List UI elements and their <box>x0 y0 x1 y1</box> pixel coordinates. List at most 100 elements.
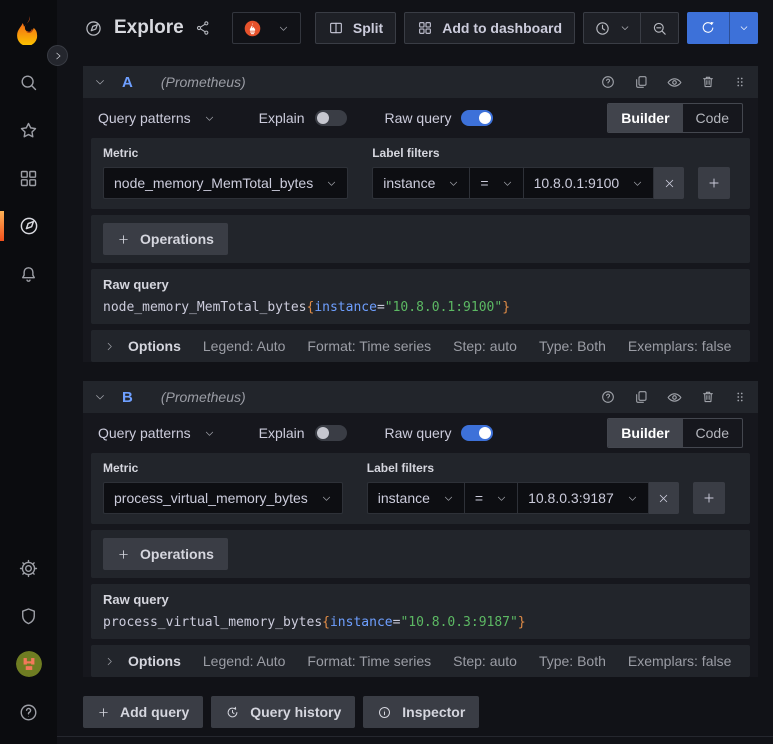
builder-mode-tab[interactable]: Builder <box>608 104 683 132</box>
explore-compass-icon <box>84 19 103 38</box>
query-header-b[interactable]: B (Prometheus) <box>83 381 758 413</box>
remove-query-button[interactable] <box>700 74 716 90</box>
metric-select-value: process_virtual_memory_bytes <box>114 490 308 506</box>
chevron-down-icon <box>632 178 643 189</box>
label-name-select[interactable]: instance <box>366 482 465 514</box>
disable-query-button[interactable] <box>666 389 683 406</box>
duplicate-query-button[interactable] <box>633 74 649 90</box>
sidebar-expand-button[interactable] <box>47 45 68 66</box>
avatar <box>15 651 42 677</box>
code-mode-tab[interactable]: Code <box>683 419 742 447</box>
datasource-picker[interactable] <box>231 12 301 44</box>
add-query-button[interactable]: Add query <box>83 696 204 728</box>
label-name-select[interactable]: instance <box>372 167 471 199</box>
query-options-row[interactable]: Options Legend: Auto Format: Time series… <box>91 645 750 677</box>
explain-toggle[interactable] <box>314 110 347 126</box>
toolbar-actions: Split Add to dashboard <box>314 12 758 44</box>
sidebar-item-profile[interactable] <box>0 640 57 688</box>
option-exemplars: Exemplars: false <box>627 653 732 669</box>
add-query-label: Add query <box>120 704 190 720</box>
drag-handle[interactable] <box>733 74 747 90</box>
label-value-select[interactable]: 10.8.0.1:9100 <box>522 167 655 199</box>
page-title: Explore <box>114 17 184 38</box>
raw-query-block: Raw query process_virtual_memory_bytes{i… <box>91 584 750 639</box>
operations-block: Operations <box>91 215 750 263</box>
query-help-button[interactable] <box>600 74 616 90</box>
remove-label-filter-button[interactable] <box>648 482 679 514</box>
code-close-brace: } <box>502 300 511 315</box>
sidebar-item-search[interactable] <box>0 58 57 106</box>
operations-block: Operations <box>91 530 750 578</box>
run-query-button[interactable] <box>687 12 758 44</box>
sidebar-item-apps[interactable] <box>0 154 57 202</box>
explore-content: A (Prometheus) Query patterns Explain Ra… <box>57 56 773 737</box>
raw-query-toggle[interactable] <box>461 110 494 126</box>
raw-query-block: Raw query node_memory_MemTotal_bytes{ins… <box>91 269 750 324</box>
refresh-sync-icon[interactable] <box>687 12 729 44</box>
editor-mode-group: Builder Code <box>607 418 743 448</box>
sidebar-item-server-admin[interactable] <box>0 592 57 640</box>
query-options-row[interactable]: Options Legend: Auto Format: Time series… <box>91 330 750 362</box>
remove-label-filter-button[interactable] <box>654 167 685 199</box>
time-picker-button[interactable] <box>584 13 640 43</box>
label-operator-select[interactable]: = <box>463 482 519 514</box>
chevron-down-icon <box>502 178 513 189</box>
add-to-dashboard-label: Add to dashboard <box>442 20 562 36</box>
share-icon[interactable] <box>195 20 211 36</box>
query-patterns-dropdown[interactable]: Query patterns <box>98 110 215 126</box>
metric-select[interactable]: process_virtual_memory_bytes <box>103 482 343 514</box>
drag-handle[interactable] <box>733 389 747 405</box>
raw-query-code: process_virtual_memory_bytes{instance="1… <box>103 614 738 631</box>
code-value: "10.8.0.1:9100" <box>384 300 503 315</box>
query-datasource-hint: (Prometheus) <box>160 389 246 405</box>
options-title: Options <box>128 653 181 669</box>
query-editor-toolbar: Query patterns Explain Raw query Builder… <box>91 418 750 448</box>
grafana-logo-icon[interactable] <box>14 10 44 48</box>
add-label-filter-button[interactable] <box>698 167 731 199</box>
label-value: 10.8.0.3:9187 <box>528 490 614 506</box>
sidebar-item-alerting[interactable] <box>0 250 57 298</box>
sidebar-item-settings[interactable] <box>0 544 57 592</box>
sidebar-item-explore[interactable] <box>0 202 57 250</box>
add-label-filter-button[interactable] <box>692 482 725 514</box>
chevron-down-icon <box>620 23 630 33</box>
remove-query-button[interactable] <box>700 389 716 405</box>
disable-query-button[interactable] <box>666 74 683 91</box>
label-operator-select[interactable]: = <box>469 167 524 199</box>
run-interval-dropdown[interactable] <box>729 12 758 44</box>
label-operator-value: = <box>474 490 484 506</box>
code-mode-tab[interactable]: Code <box>683 104 742 132</box>
chevron-right-icon <box>104 656 115 667</box>
builder-mode-tab[interactable]: Builder <box>608 419 683 447</box>
explain-toggle[interactable] <box>314 425 347 441</box>
sidebar-item-help[interactable] <box>0 688 57 736</box>
code-label-name: instance <box>314 300 377 315</box>
chevron-down-icon <box>278 23 289 34</box>
query-history-button[interactable]: Query history <box>211 696 356 728</box>
raw-query-toggle[interactable] <box>461 425 494 441</box>
query-ref-id: A <box>122 73 133 91</box>
option-step: Step: auto <box>453 653 517 669</box>
add-operation-button[interactable]: Operations <box>103 538 228 570</box>
explain-label: Explain <box>258 425 305 441</box>
split-button[interactable]: Split <box>314 12 397 44</box>
query-patterns-dropdown[interactable]: Query patterns <box>98 425 215 441</box>
inspector-button[interactable]: Inspector <box>363 696 480 728</box>
split-button-label: Split <box>352 20 384 36</box>
time-controls <box>583 12 679 44</box>
add-to-dashboard-button[interactable]: Add to dashboard <box>404 12 575 44</box>
query-header-a[interactable]: A (Prometheus) <box>83 66 758 98</box>
query-help-button[interactable] <box>600 389 616 405</box>
add-operation-label: Operations <box>140 231 214 247</box>
sidebar-item-starred[interactable] <box>0 106 57 154</box>
add-operation-button[interactable]: Operations <box>103 223 228 255</box>
raw-query-title: Raw query <box>103 277 169 292</box>
metric-select[interactable]: node_memory_MemTotal_bytes <box>103 167 349 199</box>
zoom-out-time-button[interactable] <box>640 13 678 43</box>
label-operator-value: = <box>480 175 489 191</box>
label-filters-field: Label filters instance = 10.8. <box>366 461 725 514</box>
duplicate-query-button[interactable] <box>633 389 649 405</box>
inspector-label: Inspector <box>402 704 466 720</box>
plus-icon <box>97 706 110 719</box>
label-value-select[interactable]: 10.8.0.3:9187 <box>517 482 649 514</box>
